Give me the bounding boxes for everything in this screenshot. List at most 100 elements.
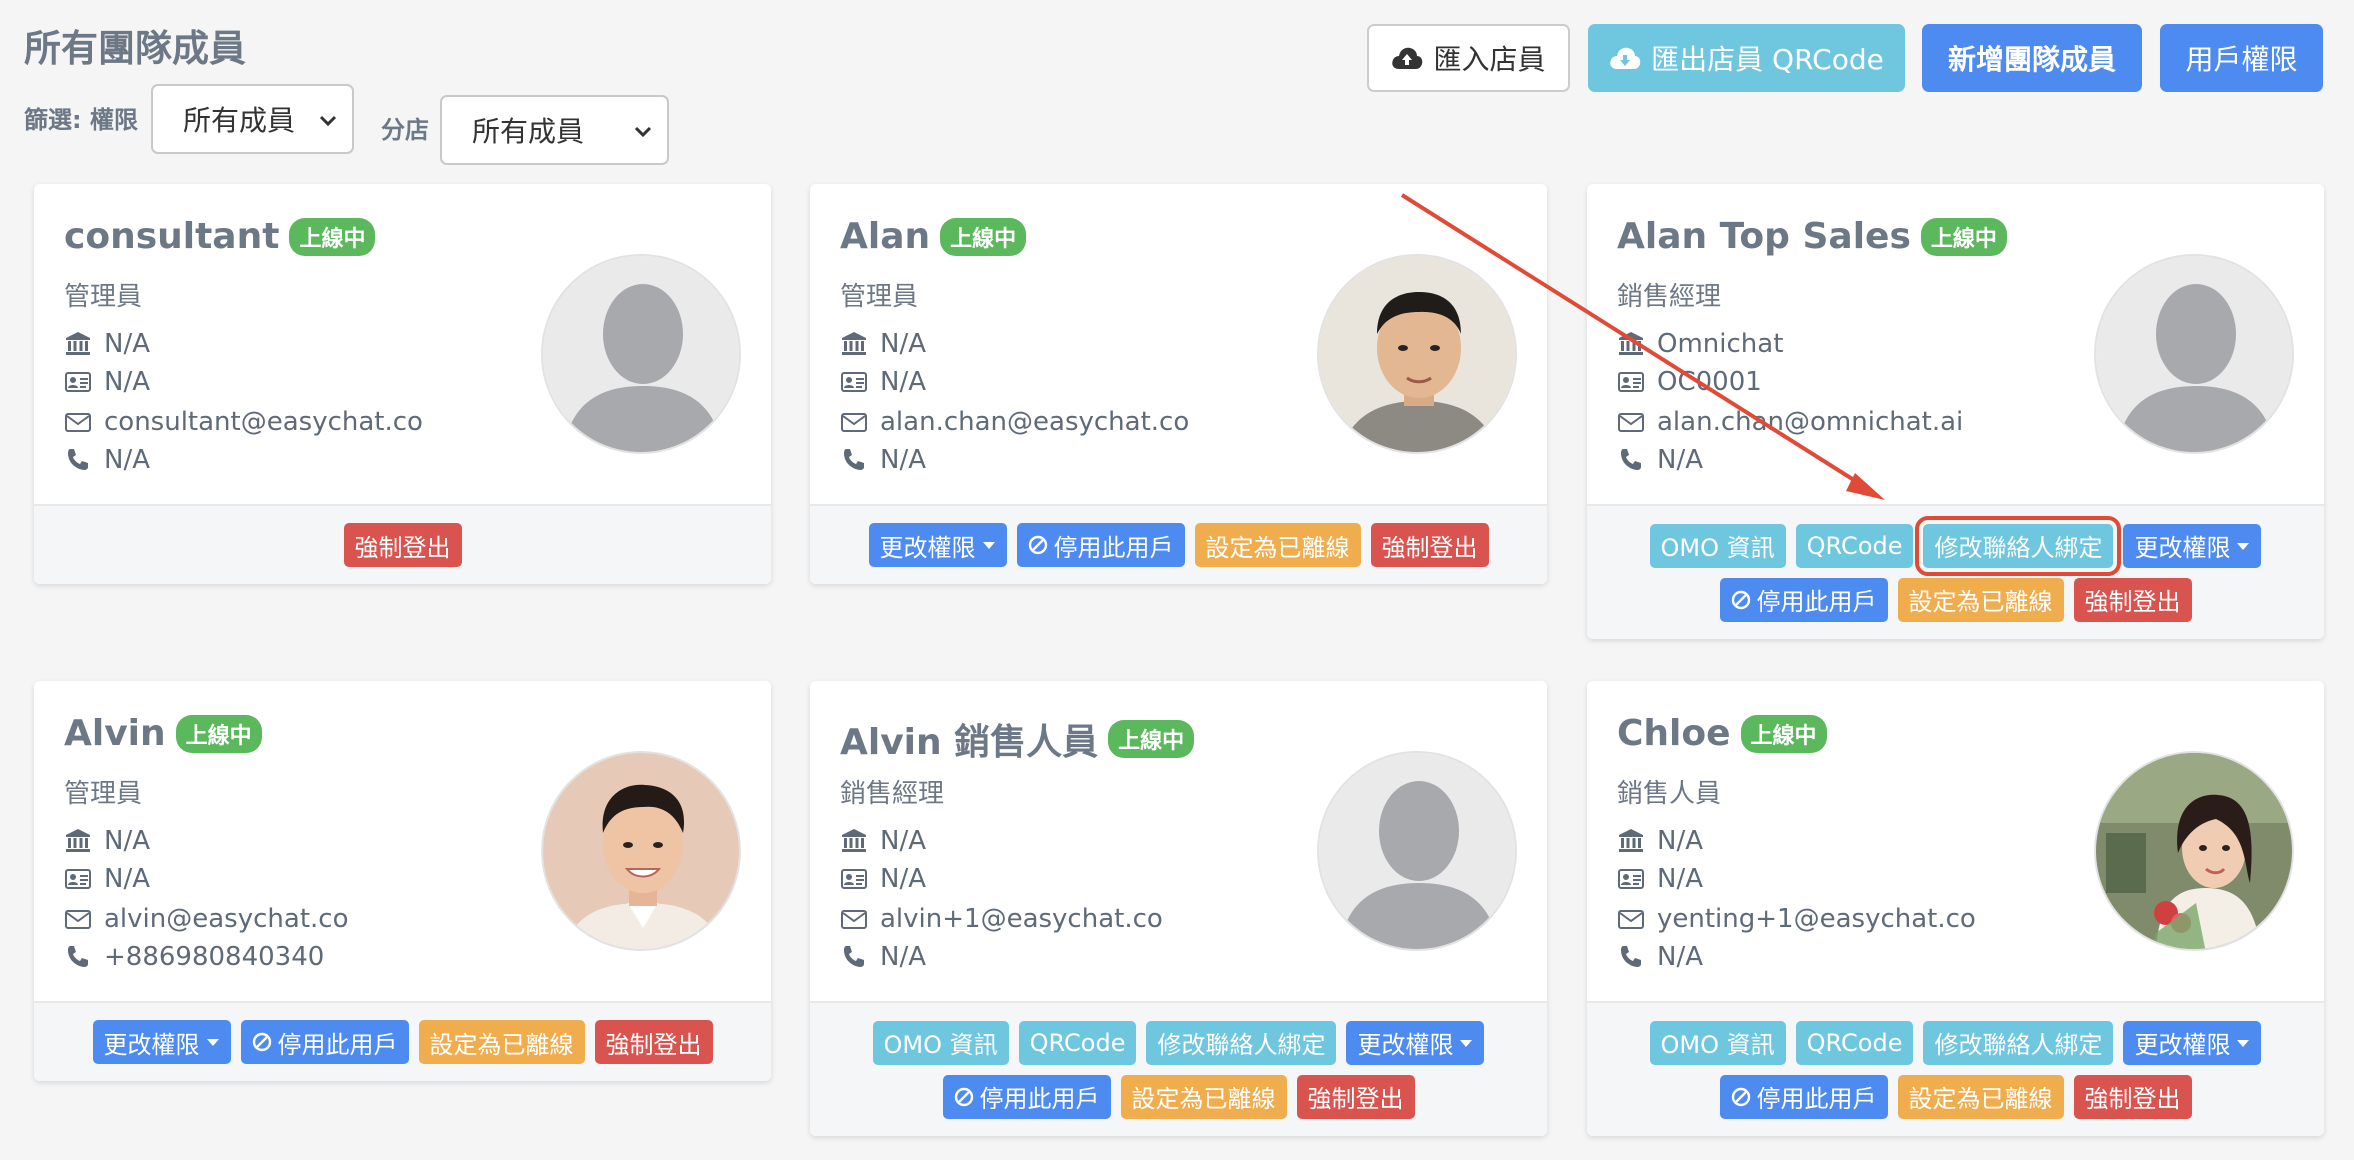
member-card-alvin-sales: Alvin 銷售人員 上線中 銷售經理 N/A N/A alvin+1@easyc…	[810, 681, 1547, 1136]
envelope-icon	[64, 408, 92, 436]
member-name: consultant	[64, 216, 280, 257]
id-card-icon	[1617, 368, 1645, 396]
edit-contact-binding-button[interactable]: 修改聯絡人綁定	[1923, 1020, 2114, 1065]
force-logout-button[interactable]: 強制登出	[2073, 577, 2192, 622]
id-card-icon	[1617, 865, 1645, 893]
member-id: N/A	[880, 864, 926, 894]
status-badge: 上線中	[175, 714, 262, 753]
change-permission-dropdown[interactable]: 更改權限	[92, 1020, 231, 1064]
member-card-consultant: consultant 上線中 管理員 N/A N/A consultant@eas…	[34, 184, 771, 584]
disable-user-label: 停用此用戶	[1756, 1085, 1877, 1113]
qrcode-button[interactable]: QRCode	[1795, 1020, 1914, 1065]
bank-icon	[840, 827, 868, 855]
disable-user-button[interactable]: 停用此用戶	[942, 1074, 1111, 1119]
import-staff-button[interactable]: 匯入店員	[1367, 24, 1570, 92]
member-email: alan.chan@omnichat.ai	[1657, 407, 1964, 437]
member-branch: N/A	[880, 826, 926, 856]
disable-user-button[interactable]: 停用此用戶	[1719, 1074, 1888, 1119]
id-card-icon	[64, 368, 92, 396]
export-qrcode-button[interactable]: 匯出店員 QRCode	[1588, 24, 1905, 92]
role-filter-value: 所有成員	[183, 104, 296, 137]
status-badge: 上線中	[289, 217, 376, 256]
member-id: N/A	[104, 864, 150, 894]
member-role: 管理員	[64, 282, 143, 312]
set-offline-button[interactable]: 設定為已離線	[1194, 523, 1361, 567]
branch-filter-value: 所有成員	[472, 115, 585, 148]
change-permission-label: 更改權限	[879, 533, 976, 562]
profile-photo	[1319, 256, 1515, 452]
member-branch: N/A	[104, 329, 150, 359]
force-logout-button[interactable]: 強制登出	[343, 523, 462, 567]
avatar	[2094, 254, 2294, 454]
ban-icon	[1731, 590, 1751, 610]
omo-info-button[interactable]: OMO 資訊	[872, 1020, 1009, 1065]
bank-icon	[1617, 827, 1645, 855]
qrcode-button[interactable]: QRCode	[1795, 523, 1914, 568]
caret-down-icon	[1459, 1036, 1473, 1050]
force-logout-button[interactable]: 強制登出	[1370, 523, 1489, 567]
user-permissions-button[interactable]: 用戶權限	[2160, 24, 2323, 92]
member-phone: N/A	[1657, 942, 1703, 972]
disable-user-label: 停用此用戶	[277, 1030, 398, 1059]
member-phone: N/A	[104, 445, 150, 475]
disable-user-button[interactable]: 停用此用戶	[1719, 577, 1888, 622]
change-permission-label: 更改權限	[103, 1030, 200, 1059]
set-offline-button[interactable]: 設定為已離線	[1897, 577, 2064, 622]
status-badge: 上線中	[1108, 720, 1195, 758]
add-member-button[interactable]: 新增團隊成員	[1922, 24, 2142, 92]
ban-icon	[1028, 535, 1048, 555]
member-id: N/A	[880, 367, 926, 397]
phone-icon	[840, 446, 868, 474]
disable-user-label: 停用此用戶	[1053, 533, 1174, 562]
avatar	[1317, 254, 1517, 454]
change-permission-dropdown[interactable]: 更改權限	[2123, 523, 2262, 568]
avatar	[1317, 751, 1517, 951]
member-email: consultant@easychat.co	[104, 407, 423, 437]
force-logout-button[interactable]: 強制登出	[594, 1020, 713, 1064]
qrcode-button[interactable]: QRCode	[1018, 1020, 1137, 1065]
change-permission-dropdown[interactable]: 更改權限	[868, 523, 1007, 567]
envelope-icon	[1617, 905, 1645, 933]
branch-filter-select[interactable]: 所有成員	[440, 95, 669, 165]
edit-contact-binding-button[interactable]: 修改聯絡人綁定	[1915, 515, 2122, 576]
chevron-down-icon	[319, 115, 337, 127]
phone-icon	[1617, 446, 1645, 474]
avatar	[541, 751, 741, 951]
member-role: 管理員	[64, 779, 143, 809]
member-id: N/A	[1657, 864, 1703, 894]
member-name: Alan	[840, 216, 931, 257]
change-permission-dropdown[interactable]: 更改權限	[2123, 1020, 2262, 1065]
member-phone: N/A	[880, 445, 926, 475]
bank-icon	[1617, 330, 1645, 358]
page-title: 所有團隊成員	[24, 27, 246, 70]
disable-user-label: 停用此用戶	[1756, 588, 1877, 616]
id-card-icon	[64, 865, 92, 893]
role-filter-select[interactable]: 所有成員	[151, 84, 354, 154]
member-branch: Omnichat	[1657, 329, 1784, 359]
export-qrcode-label: 匯出店員 QRCode	[1651, 43, 1884, 76]
member-phone: N/A	[1657, 445, 1703, 475]
change-permission-dropdown[interactable]: 更改權限	[1346, 1020, 1485, 1065]
id-card-icon	[840, 865, 868, 893]
member-id: OC0001	[1657, 367, 1762, 397]
disable-user-button[interactable]: 停用此用戶	[1016, 523, 1185, 567]
omo-info-button[interactable]: OMO 資訊	[1649, 523, 1786, 568]
phone-icon	[840, 943, 868, 971]
member-name: Alan Top Sales	[1617, 216, 1911, 257]
caret-down-icon	[982, 538, 996, 552]
set-offline-button[interactable]: 設定為已離線	[1897, 1074, 2064, 1119]
force-logout-button[interactable]: 強制登出	[1296, 1074, 1415, 1119]
edit-contact-binding-button[interactable]: 修改聯絡人綁定	[1146, 1020, 1337, 1065]
set-offline-button[interactable]: 設定為已離線	[418, 1020, 585, 1064]
force-logout-button[interactable]: 強制登出	[2073, 1074, 2192, 1119]
member-name: Alvin 銷售人員	[840, 722, 1099, 763]
omo-info-button[interactable]: OMO 資訊	[1649, 1020, 1786, 1065]
caret-down-icon	[206, 1035, 220, 1049]
ban-icon	[1731, 1087, 1751, 1107]
member-card-alan-top-sales: Alan Top Sales 上線中 銷售經理 Omnichat OC0001 a…	[1587, 184, 2324, 639]
set-offline-button[interactable]: 設定為已離線	[1120, 1074, 1287, 1119]
phone-icon	[1617, 943, 1645, 971]
cloud-upload-icon	[1392, 47, 1423, 69]
disable-user-button[interactable]: 停用此用戶	[240, 1020, 409, 1064]
envelope-icon	[64, 905, 92, 933]
